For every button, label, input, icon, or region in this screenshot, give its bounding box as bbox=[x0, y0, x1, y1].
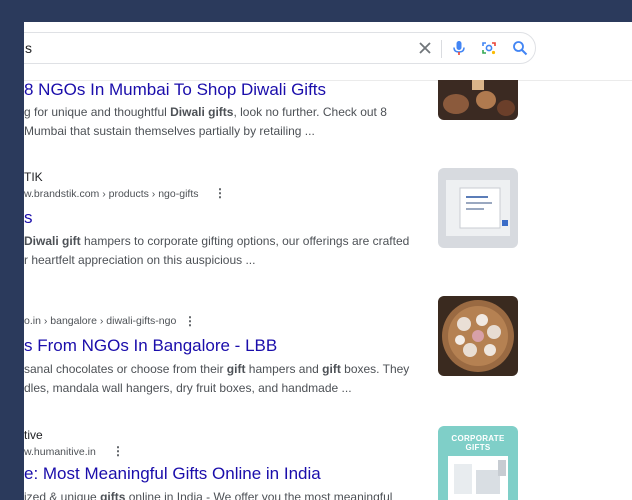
search-icon[interactable] bbox=[512, 40, 528, 56]
search-bar[interactable]: s bbox=[24, 32, 536, 64]
result-title[interactable]: 8 NGOs In Mumbai To Shop Diwali Gifts bbox=[24, 80, 326, 100]
result-site-name: TIK bbox=[24, 170, 43, 184]
snippet-text: ized & unique bbox=[24, 490, 101, 500]
result-url[interactable]: w.brandstik.com › products › ngo-gifts bbox=[24, 188, 199, 200]
browser-content: s 8 NGOs In Mumbai To Shop Diwali Gifts … bbox=[24, 22, 632, 500]
snippet-text: , look no further. Check out 8 bbox=[233, 105, 387, 119]
snippet-highlight: gift bbox=[322, 362, 341, 376]
result-snippet: g for unique and thoughtful Diwali gifts… bbox=[24, 103, 424, 141]
snippet-text: r heartfelt appreciation on this auspici… bbox=[24, 253, 256, 267]
result-thumbnail[interactable] bbox=[438, 296, 518, 376]
more-options-icon[interactable]: ⋮ bbox=[112, 444, 124, 458]
snippet-text: boxes. They bbox=[340, 362, 410, 376]
result-title[interactable]: e: Most Meaningful Gifts Online in India bbox=[24, 464, 321, 484]
snippet-text: hampers to corporate gifting options, ou… bbox=[80, 234, 410, 248]
snippet-text: g for unique and thoughtful bbox=[24, 105, 171, 119]
microphone-icon[interactable] bbox=[451, 40, 467, 56]
snippet-text: dles, mandala wall hangers, dry fruit bo… bbox=[24, 381, 352, 395]
snippet-text: Mumbai that sustain themselves partially… bbox=[24, 124, 315, 138]
snippet-text: hampers and bbox=[245, 362, 323, 376]
snippet-highlight: gift bbox=[226, 362, 246, 376]
result-thumbnail[interactable]: CORPORATE GIFTS bbox=[438, 426, 518, 500]
more-options-icon[interactable]: ⋮ bbox=[214, 186, 226, 200]
search-divider bbox=[441, 40, 442, 58]
result-snippet: sanal chocolates or choose from their gi… bbox=[24, 360, 424, 398]
result-snippet: ized & unique gifts online in India - We… bbox=[24, 488, 424, 500]
camera-lens-icon[interactable] bbox=[481, 40, 497, 56]
search-input[interactable]: s bbox=[25, 40, 32, 56]
more-options-icon[interactable]: ⋮ bbox=[184, 314, 196, 328]
result-title[interactable]: s bbox=[24, 208, 33, 228]
result-thumbnail[interactable] bbox=[438, 168, 518, 248]
snippet-highlight: gifts bbox=[100, 490, 126, 500]
thumbnail-caption: CORPORATE GIFTS bbox=[451, 434, 505, 452]
snippet-text: sanal chocolates or choose from their bbox=[24, 362, 227, 376]
result-site-name: tive bbox=[24, 428, 43, 442]
result-thumbnail[interactable] bbox=[438, 80, 518, 120]
result-url[interactable]: o.in › bangalore › diwali-gifts-ngo bbox=[24, 315, 176, 327]
result-snippet: Diwali gift hampers to corporate gifting… bbox=[24, 232, 424, 270]
close-icon[interactable] bbox=[417, 40, 433, 56]
result-url[interactable]: w.humanitive.in bbox=[24, 446, 96, 458]
result-title[interactable]: s From NGOs In Bangalore - LBB bbox=[24, 336, 277, 356]
snippet-highlight: Diwali gift bbox=[24, 234, 81, 248]
snippet-highlight: Diwali gifts bbox=[170, 105, 234, 119]
snippet-text: online in India - We offer you the most … bbox=[125, 490, 393, 500]
